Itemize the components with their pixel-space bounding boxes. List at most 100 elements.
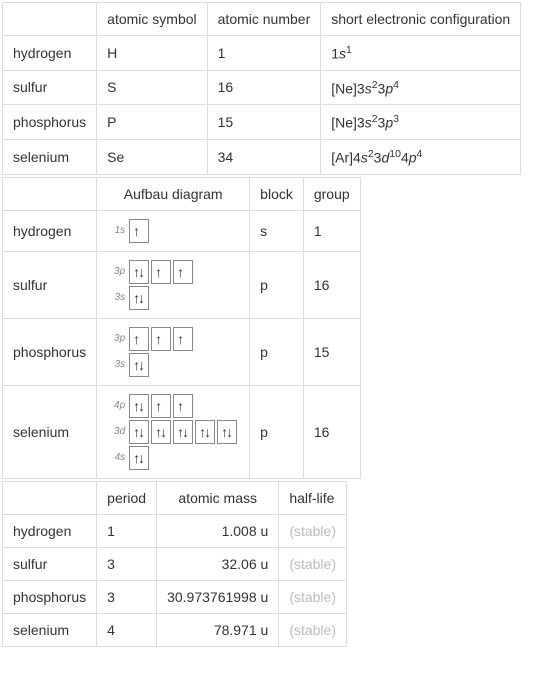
orbital-row: 3s↑↓ [107,353,239,377]
orbital-label: 3s [107,359,125,370]
cell-config: [Ne]3s23p3 [321,105,521,140]
cell-config: 1s1 [321,36,521,71]
orbital-row: 3p ↑ ↑ ↑ [107,327,239,351]
cell-halflife: (stable) [279,580,347,613]
header-block: block [250,177,304,210]
arrow-up-icon: ↑ [155,263,162,281]
table-row: phosphorus330.973761998 u(stable) [3,580,347,613]
row-label: phosphorus [3,580,97,613]
cell-period: 4 [97,613,157,646]
table-row: selenium478.971 u(stable) [3,613,347,646]
orbital-box: ↑ [173,260,193,284]
table-row: phosphorusP15[Ne]3s23p3 [3,105,521,140]
corner-cell [3,3,97,36]
orbital-box: ↑ [129,327,149,351]
row-label: selenium [3,385,97,478]
row-label: sulfur [3,251,97,318]
orbital-box: ↑↓ [129,260,149,284]
arrow-down-icon: ↓ [182,423,189,441]
orbital-box: ↑↓ [129,420,149,444]
row-label: hydrogen [3,36,97,71]
row-label: hydrogen [3,210,97,251]
orbital-box: ↑↓ [129,286,149,310]
row-label: selenium [3,613,97,646]
arrow-up-icon: ↑ [177,263,184,281]
orbital-box: ↑ [151,260,171,284]
header-aufbau: Aufbau diagram [97,177,250,210]
orbital-row: 4s↑↓ [107,446,239,470]
corner-cell [3,177,97,210]
orbital-box: ↑↓ [173,420,193,444]
arrow-up-icon: ↑ [133,330,140,348]
cell-block: p [250,318,304,385]
arrow-down-icon: ↓ [138,397,145,415]
header-halflife: half-life [279,481,347,514]
cell-group: 16 [303,251,360,318]
orbital-box: ↑ [129,219,149,243]
cell-aufbau: 3p ↑↓ ↑ ↑ 3s ↑↓ [97,251,250,318]
arrow-down-icon: ↓ [204,423,211,441]
cell-block: p [250,385,304,478]
header-symbol: atomic symbol [97,3,207,36]
orbital-box: ↑ [151,394,171,418]
orbital-box: ↑ [173,327,193,351]
arrow-down-icon: ↓ [138,289,145,307]
row-label: sulfur [3,547,97,580]
cell-config: [Ar]4s23d104p4 [321,139,521,174]
arrow-up-icon: ↑ [177,397,184,415]
orbital-row: 3p ↑↓ ↑ ↑ [107,260,239,284]
cell-period: 1 [97,514,157,547]
orbital-box: ↑↓ [151,420,171,444]
cell-number: 34 [207,139,321,174]
row-label: selenium [3,139,97,174]
table-row: seleniumSe34[Ar]4s23d104p4 [3,139,521,174]
row-label: hydrogen [3,514,97,547]
arrow-up-icon: ↑ [155,330,162,348]
cell-number: 15 [207,105,321,140]
orbital-label: 3p [107,266,125,277]
table-row: sulfur 3p ↑↓ ↑ ↑ 3s ↑↓ p16 [3,251,361,318]
table-row: hydrogenH11s1 [3,36,521,71]
orbital-row: 3s ↑↓ [107,286,239,310]
table-row: selenium4p↑↓↑↑3d↑↓↑↓↑↓↑↓↑↓4s↑↓p16 [3,385,361,478]
cell-mass: 78.971 u [157,613,279,646]
arrow-up-icon: ↑ [133,222,140,240]
cell-block: p [250,251,304,318]
orbital-box: ↑↓ [217,420,237,444]
orbital-label: 3s [107,292,125,303]
cell-symbol: H [97,36,207,71]
arrow-down-icon: ↓ [160,423,167,441]
cell-halflife: (stable) [279,514,347,547]
cell-group: 15 [303,318,360,385]
corner-cell [3,481,97,514]
arrow-down-icon: ↓ [138,423,145,441]
orbital-label: 4p [107,400,125,411]
cell-symbol: P [97,105,207,140]
orbital-label: 3p [107,333,125,344]
orbital-row: 4p↑↓↑↑ [107,394,239,418]
table-aufbau: Aufbau diagram block group hydrogen1s↑s1… [2,177,361,479]
cell-aufbau: 4p↑↓↑↑3d↑↓↑↓↑↓↑↓↑↓4s↑↓ [97,385,250,478]
cell-aufbau: 1s ↑ [97,210,250,251]
cell-halflife: (stable) [279,613,347,646]
orbital-box: ↑↓ [195,420,215,444]
orbital-row: 1s ↑ [107,219,239,243]
table-atomic-basic: atomic symbol atomic number short electr… [2,2,521,175]
cell-mass: 1.008 u [157,514,279,547]
orbital-label: 1s [107,225,125,236]
table-row: phosphorus3p↑↑↑3s↑↓p15 [3,318,361,385]
orbital-box: ↑ [151,327,171,351]
orbital-label: 3d [107,426,125,437]
cell-mass: 32.06 u [157,547,279,580]
orbital-box: ↑↓ [129,446,149,470]
orbital-box: ↑ [173,394,193,418]
cell-mass: 30.973761998 u [157,580,279,613]
cell-group: 16 [303,385,360,478]
cell-group: 1 [303,210,360,251]
arrow-up-icon: ↑ [155,397,162,415]
arrow-down-icon: ↓ [138,356,145,374]
header-config: short electronic configuration [321,3,521,36]
cell-period: 3 [97,580,157,613]
cell-config: [Ne]3s23p4 [321,70,521,105]
row-label: phosphorus [3,105,97,140]
